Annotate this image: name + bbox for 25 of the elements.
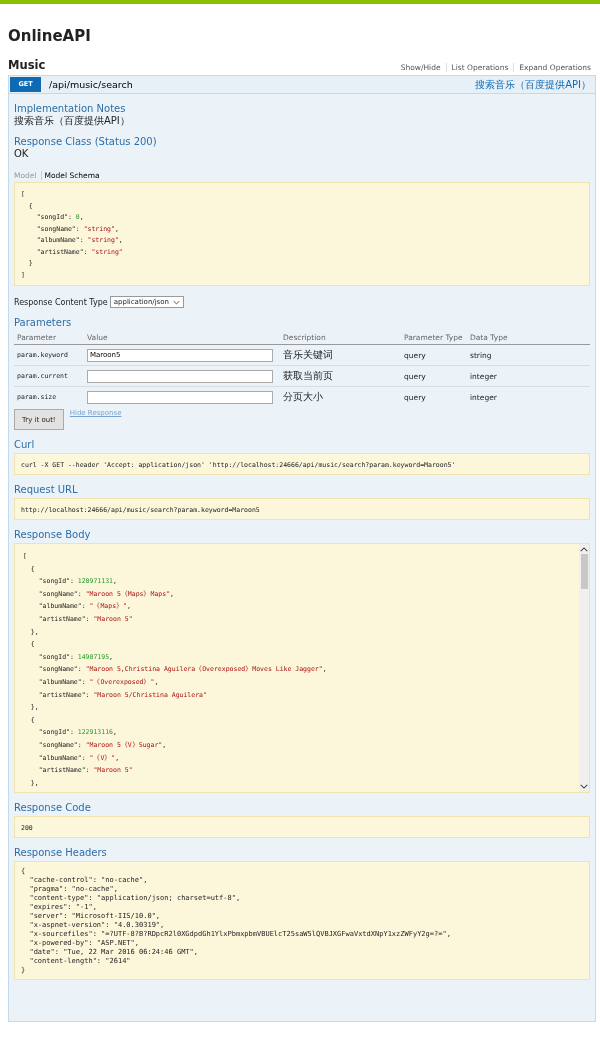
chevron-down-icon <box>173 299 180 305</box>
section-heading: Curl <box>14 438 36 451</box>
section-heading: Request URL <box>14 483 79 496</box>
section-heading: Response Headers <box>14 846 108 859</box>
parameter-description: 音乐关键词 <box>280 344 401 366</box>
notes-text: 搜索音乐（百度提供API） <box>14 115 131 127</box>
operation-summary[interactable]: 搜索音乐（百度提供API） <box>475 77 591 92</box>
parameter-description: 获取当前页 <box>280 365 401 387</box>
section-heading: Parameters <box>14 316 73 329</box>
page-title: OnlineAPI <box>8 26 92 46</box>
section-heading: Implementation Notes <box>14 102 127 115</box>
scrollbar[interactable] <box>579 544 589 792</box>
section-heading: Response Code <box>14 801 92 814</box>
scroll-up-icon[interactable] <box>580 547 588 552</box>
resource-name[interactable]: Music <box>8 58 46 72</box>
status-text: OK <box>14 148 30 160</box>
value-field[interactable] <box>87 369 273 383</box>
operation-path[interactable]: /api/music/search <box>49 79 476 90</box>
value-field[interactable] <box>87 390 273 404</box>
scroll-thumb[interactable] <box>580 554 588 589</box>
content-type-label: Response Content Type <box>14 297 108 307</box>
scroll-down-icon[interactable] <box>580 784 588 789</box>
section-heading: Response Class (Status 200) <box>14 135 158 148</box>
section-heading: Response Body <box>14 528 92 541</box>
parameter-description: 分页大小 <box>280 386 401 407</box>
